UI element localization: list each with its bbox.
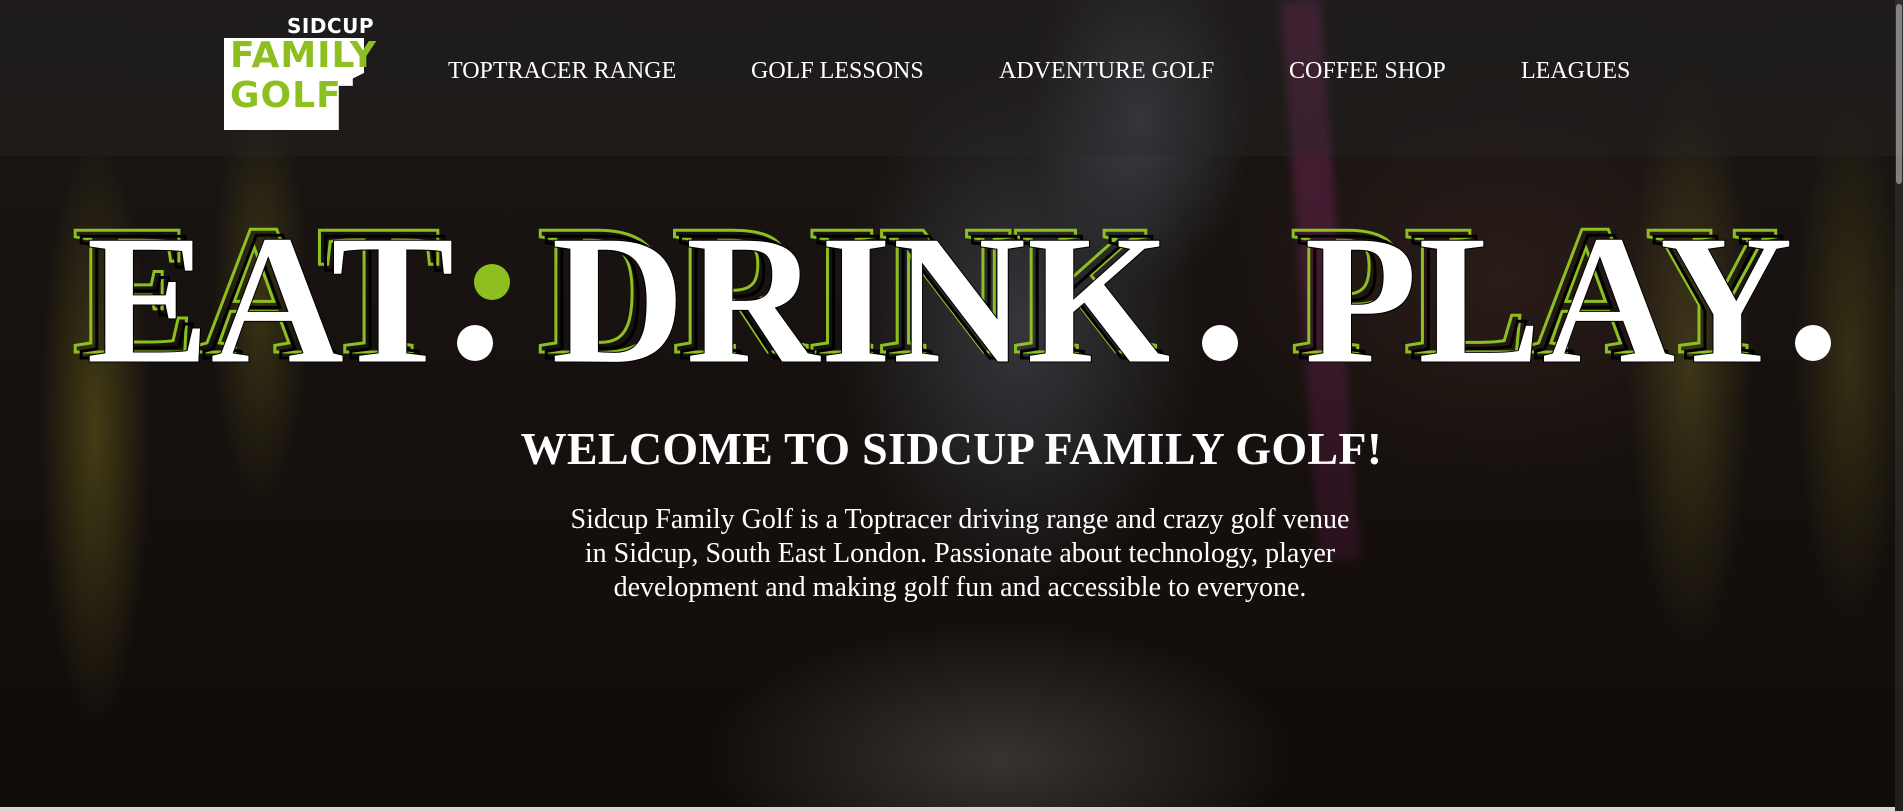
headline-dot-green (474, 264, 510, 300)
headline-word-drink: DRINK (551, 197, 1171, 380)
intro-paragraph: Sidcup Family Golf is a Toptracer drivin… (570, 504, 1350, 603)
logo-word-family: FAMILY (230, 35, 377, 76)
page: SIDCUP FAMILY GOLF TOPTRACER RANGE GOLF … (0, 0, 1903, 811)
nav-item-coffee-shop[interactable]: COFFEE SHOP (1289, 58, 1446, 85)
page-scrollbar[interactable] (1895, 0, 1903, 811)
hero-headline-svg: EAT DRINK PLAY EAT DRINK PLAY EAT DRINK … (72, 190, 1831, 380)
bottom-divider (0, 807, 1895, 811)
headline-dot-3 (1795, 325, 1831, 361)
hero-headline: EAT DRINK PLAY EAT DRINK PLAY EAT DRINK … (72, 190, 1852, 380)
headline-dot-2 (1202, 325, 1238, 361)
site-logo[interactable]: SIDCUP FAMILY GOLF (224, 14, 377, 130)
headline-word-play: PLAY (1304, 197, 1793, 380)
welcome-heading: WELCOME TO SIDCUP FAMILY GOLF! (520, 423, 1383, 474)
scrollbar-thumb[interactable] (1896, 4, 1902, 184)
headline-dot-1 (457, 325, 493, 361)
headline-word-eat: EAT (86, 197, 455, 380)
nav-item-adventure-golf[interactable]: ADVENTURE GOLF (999, 58, 1214, 85)
logo-word-golf: GOLF (230, 75, 342, 116)
nav-item-leagues[interactable]: LEAGUES (1521, 58, 1630, 85)
nav-item-toptracer-range[interactable]: TOPTRACER RANGE (448, 58, 676, 85)
site-header: SIDCUP FAMILY GOLF TOPTRACER RANGE GOLF … (0, 0, 1903, 156)
nav-item-golf-lessons[interactable]: GOLF LESSONS (751, 58, 924, 85)
